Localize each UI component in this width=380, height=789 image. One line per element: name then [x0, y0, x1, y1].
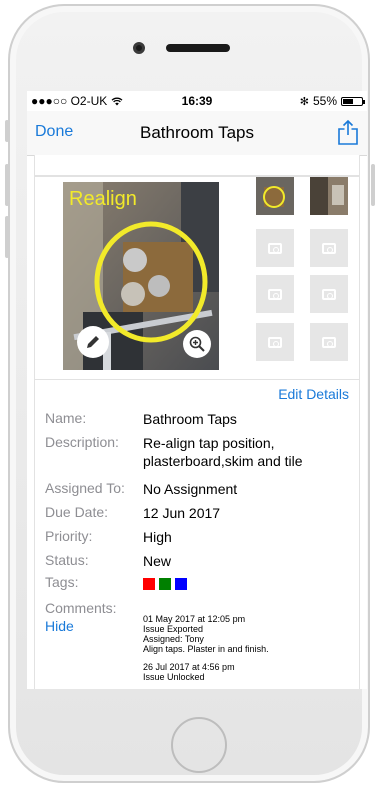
tag-green — [159, 578, 171, 591]
comment-line: Issue Unlocked — [143, 672, 205, 682]
battery-icon — [341, 96, 365, 106]
home-button[interactable] — [171, 717, 227, 773]
priority-value: High — [143, 529, 172, 545]
priority-label: Priority: — [45, 528, 93, 544]
tags-value — [143, 574, 353, 592]
empty-photo-slot[interactable] — [256, 323, 294, 361]
assigned-label: Assigned To: — [45, 480, 125, 496]
description-value: Re-align tap position, plasterboard,skim… — [143, 435, 303, 469]
battery-percent: 55% — [312, 94, 337, 108]
comment-entry: 01 May 2017 at 12:05 pm Issue Exported A… — [143, 614, 353, 654]
page-title: Bathroom Taps — [139, 123, 255, 142]
camera-icon — [322, 336, 336, 348]
navigation-bar: Done Bathroom Taps — [27, 111, 367, 156]
tag-red — [143, 578, 155, 591]
comment-date: 01 May 2017 at 12:05 pm — [143, 614, 246, 624]
volume-up-button — [5, 164, 9, 206]
empty-photo-slot[interactable] — [256, 229, 294, 267]
due-date-label: Due Date: — [45, 504, 109, 520]
camera-icon — [268, 336, 282, 348]
top-spacer — [34, 155, 360, 176]
comments-label: Comments: — [45, 600, 117, 616]
pencil-icon — [87, 336, 99, 348]
issue-details: Edit Details Name: Bathroom Taps Descrip… — [34, 380, 360, 689]
zoom-photo-button[interactable] — [183, 330, 211, 358]
status-right: ✻ 55% — [299, 94, 365, 108]
name-label: Name: — [45, 410, 87, 426]
camera-icon — [268, 288, 282, 300]
comment-date: 26 Jul 2017 at 4:56 pm — [143, 662, 235, 672]
comment-line: Assigned: Tony — [143, 634, 204, 644]
screen: ●●●○○ O2-UK 16:39 ✻ 55% Done Bathroom Ta… — [27, 91, 367, 689]
zoom-in-icon — [189, 336, 205, 352]
tags-label: Tags: — [45, 574, 79, 590]
photo-gallery: Realign — [34, 176, 360, 380]
empty-photo-slot[interactable] — [310, 323, 348, 361]
camera-icon — [268, 242, 282, 254]
comment-line: Align taps. Plaster in and finish. — [143, 644, 269, 654]
power-button — [371, 164, 375, 206]
main-photo[interactable]: Realign — [63, 182, 219, 370]
assigned-value: No Assignment — [143, 481, 238, 497]
thumbnail-image — [310, 177, 348, 215]
camera-icon — [322, 242, 336, 254]
status-label: Status: — [45, 552, 89, 568]
comment-entry: 26 Jul 2017 at 4:56 pm Issue Unlocked — [143, 662, 353, 682]
hide-comments-link[interactable]: Hide — [45, 618, 74, 634]
empty-photo-slot[interactable] — [310, 229, 348, 267]
comment-line: Issue Exported — [143, 624, 204, 634]
status-bar: ●●●○○ O2-UK 16:39 ✻ 55% — [27, 91, 367, 111]
edit-photo-button[interactable] — [77, 326, 109, 358]
edit-details-link[interactable]: Edit Details — [278, 386, 349, 402]
photo-overlay-text: Realign — [69, 188, 137, 210]
thumbnail-photo-2[interactable] — [310, 177, 348, 215]
thumbnail-photo-1[interactable] — [256, 177, 294, 215]
empty-photo-slot[interactable] — [310, 275, 348, 313]
name-value: Bathroom Taps — [143, 411, 237, 427]
empty-photo-slot[interactable] — [256, 275, 294, 313]
bluetooth-icon: ✻ — [299, 95, 309, 108]
front-camera — [133, 42, 145, 54]
status-value: New — [143, 553, 172, 569]
share-icon[interactable] — [337, 119, 359, 145]
earpiece-speaker — [166, 44, 230, 52]
tag-blue — [175, 578, 187, 591]
due-date-value: 12 Jun 2017 — [143, 505, 221, 521]
description-label: Description: — [45, 434, 119, 450]
mute-switch — [5, 120, 9, 142]
thumbnail-image — [256, 177, 294, 215]
camera-icon — [322, 288, 336, 300]
volume-down-button — [5, 216, 9, 258]
